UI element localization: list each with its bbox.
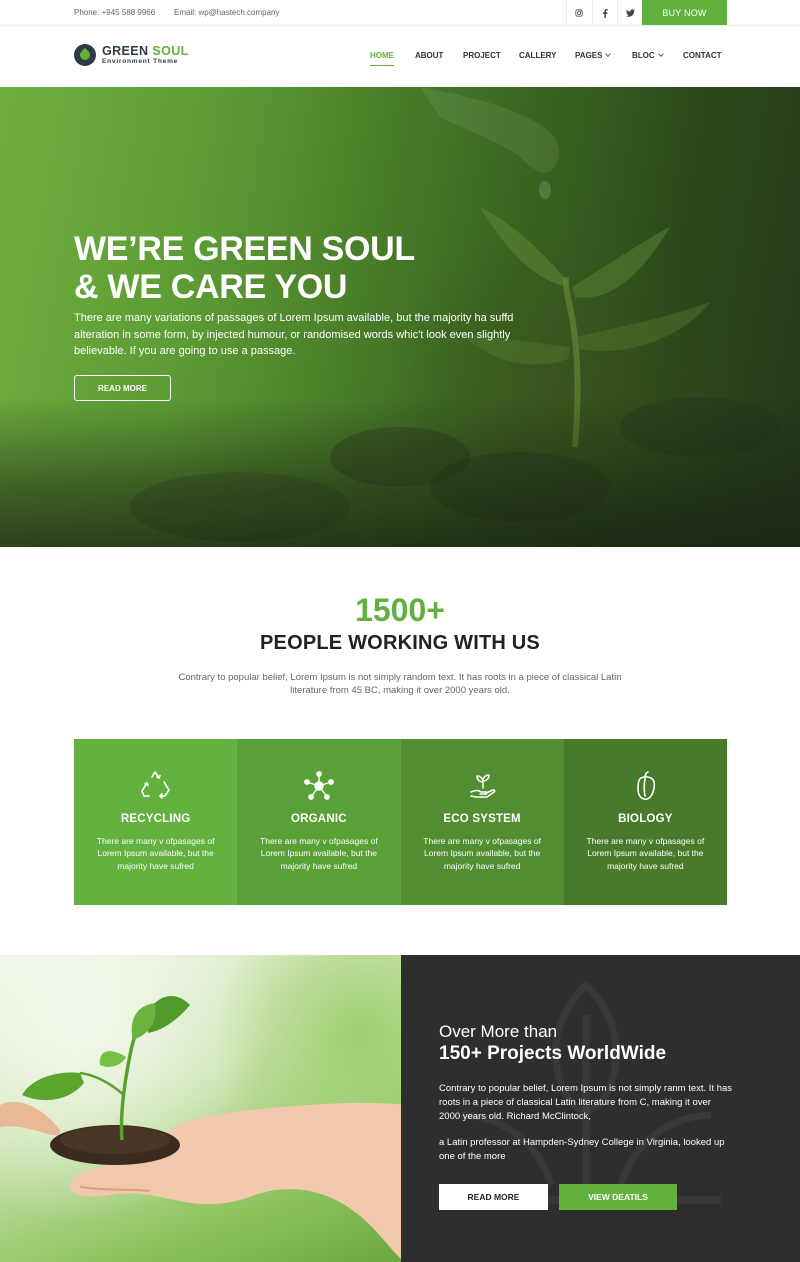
logo-name-part2: SOUL: [152, 43, 189, 58]
hero-title: WE’RE GREEN SOUL & WE CARE YOU: [74, 230, 415, 306]
main-header: GREEN SOUL Environment Theme HOME ABOUT …: [0, 26, 800, 87]
phone-number: Phone: +945 588 9966: [74, 8, 156, 17]
top-bar: Phone: +945 588 9966 Email: wp@hastech.c…: [0, 0, 800, 26]
instagram-icon[interactable]: [566, 0, 592, 26]
features-grid: RECYCLING There are many v ofpasages of …: [74, 739, 727, 905]
recycle-icon: [141, 771, 170, 799]
stat-number: 1500+: [355, 592, 445, 628]
logo-name-part1: GREEN: [102, 43, 149, 58]
molecule-icon: [304, 771, 335, 800]
nav-callery[interactable]: CALLERY: [519, 51, 556, 60]
nav-pages[interactable]: PAGES: [575, 51, 612, 60]
feature-title: ORGANIC: [291, 813, 347, 825]
feature-title: RECYCLING: [120, 813, 191, 825]
projects-title: 150+ Projects WorldWide: [439, 1043, 667, 1064]
nav-bloc[interactable]: BLOC: [632, 51, 664, 60]
nav-pages-label: PAGES: [575, 51, 603, 60]
hero-title-line1: WE’RE GREEN SOUL: [74, 230, 415, 268]
hero-title-line2: & WE CARE YOU: [74, 268, 348, 306]
hero-read-more-button[interactable]: READ MORE: [74, 375, 171, 401]
chevron-down-icon: [605, 51, 612, 57]
social-links: [566, 0, 643, 26]
feature-card-eco-system: ECO SYSTEM There are many v ofpasages of…: [400, 739, 564, 905]
stat-title: PEOPLE WORKING WITH US: [260, 632, 540, 654]
logo-mark-icon: [74, 44, 96, 66]
hero-description: There are many variations of passages of…: [74, 312, 514, 357]
feature-text: There are many v ofpasages of Lorem Ipsu…: [96, 836, 215, 871]
projects-paragraph-2: a Latin professor at Hampden-Sydney Coll…: [439, 1137, 725, 1162]
feature-card-recycling: RECYCLING There are many v ofpasages of …: [74, 739, 238, 905]
projects-panel: Over More than 150+ Projects WorldWide C…: [401, 955, 800, 1262]
feature-title: BIOLOGY: [618, 813, 673, 825]
nav-project[interactable]: PROJECT: [463, 51, 501, 60]
buy-now-button[interactable]: BUY NOW: [642, 0, 727, 25]
logo-tagline: Environment Theme: [102, 58, 179, 65]
feature-text: There are many v ofpasages of Lorem Ipsu…: [423, 836, 541, 871]
pepper-icon: [636, 771, 655, 801]
projects-image: [0, 955, 405, 1262]
view-details-button[interactable]: VIEW DEATILS: [559, 1184, 677, 1210]
feature-card-organic: ORGANIC There are many v ofpasages of Lo…: [237, 739, 401, 905]
chevron-down-icon: [657, 51, 664, 57]
feature-text: There are many v ofpasages of Lorem Ipsu…: [586, 836, 705, 871]
site-logo[interactable]: GREEN SOUL Environment Theme: [74, 44, 189, 66]
feature-card-biology: BIOLOGY There are many v ofpasages of Lo…: [563, 739, 727, 905]
nav-about[interactable]: ABOUT: [415, 51, 443, 60]
twitter-icon[interactable]: [617, 0, 643, 26]
projects-paragraph-1: Contrary to popular belief, Lorem Ipsum …: [439, 1083, 733, 1122]
nav-bloc-label: BLOC: [632, 51, 655, 60]
nav-contact[interactable]: CONTACT: [683, 51, 722, 60]
plant-hand-icon: [469, 774, 495, 798]
email-address[interactable]: Email: wp@hastech.company: [174, 8, 280, 17]
nav-home[interactable]: HOME: [370, 51, 394, 66]
projects-subtitle: Over More than: [439, 1022, 558, 1041]
facebook-icon[interactable]: [591, 0, 618, 26]
feature-title: ECO SYSTEM: [443, 813, 521, 825]
hero-banner: WE’RE GREEN SOUL & WE CARE YOU There are…: [0, 87, 800, 547]
stat-description: Contrary to popular belief, Lorem Ipsum …: [178, 672, 622, 696]
projects-read-more-button[interactable]: READ MORE: [439, 1184, 548, 1210]
feature-text: There are many v ofpasages of Lorem Ipsu…: [260, 836, 378, 871]
seedling-in-hand-image: [0, 995, 405, 1262]
